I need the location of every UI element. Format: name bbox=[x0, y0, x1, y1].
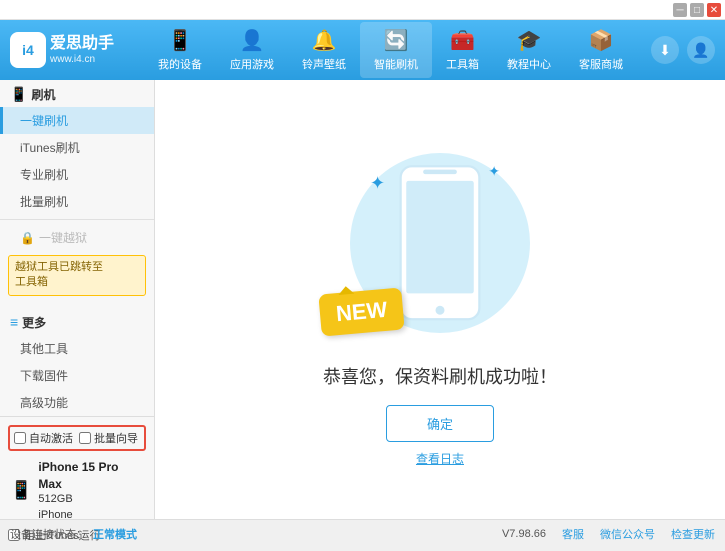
flash-section-icon: 📱 bbox=[10, 86, 27, 103]
confirm-button[interactable]: 确定 bbox=[386, 405, 494, 442]
status-right: V7.98.66 客服 微信公众号 检查更新 bbox=[502, 526, 715, 542]
success-image: ✦ ✦ NEW bbox=[330, 133, 550, 353]
nav-service-label: 客服商城 bbox=[579, 56, 623, 72]
content-area: ✦ ✦ NEW 恭喜您，保资料刷机成功啦！ 确定 查看日志 bbox=[155, 80, 725, 519]
header: i4 爱思助手 www.i4.cn 📱 我的设备 👤 应用游戏 🔔 铃声壁纸 🔄… bbox=[0, 20, 725, 80]
checkbox-row: 自动激活 批量向导 bbox=[8, 425, 146, 451]
device-info: 📱 iPhone 15 Pro Max 512GB iPhone bbox=[8, 455, 146, 527]
status-mode-value: 正常模式 bbox=[93, 526, 137, 542]
sidebar-item-download-firmware[interactable]: 下载固件 bbox=[0, 362, 154, 389]
pro-flash-label: 专业刷机 bbox=[20, 168, 68, 182]
lock-icon: 🔒 bbox=[20, 231, 35, 245]
flash-section-label: 刷机 bbox=[31, 86, 55, 103]
device-storage: 512GB bbox=[38, 492, 144, 507]
batch-guide-checkbox[interactable]: 批量向导 bbox=[79, 430, 138, 446]
nav-toolbox[interactable]: 🧰 工具箱 bbox=[432, 22, 493, 78]
maximize-button[interactable]: □ bbox=[690, 3, 704, 17]
ringtone-icon: 🔔 bbox=[312, 28, 337, 53]
flash-section: 📱 刷机 一键刷机 iTunes刷机 专业刷机 批量刷机 🔒 一键越狱 越狱工具… bbox=[0, 80, 154, 300]
phone-illustration bbox=[395, 164, 485, 322]
nav-my-device-label: 我的设备 bbox=[158, 56, 202, 72]
sidebar-item-one-key-flash[interactable]: 一键刷机 bbox=[0, 107, 154, 134]
app-subtitle: www.i4.cn bbox=[50, 54, 114, 66]
status-mode-label: 设备连接状态： bbox=[10, 526, 87, 542]
nav-tutorial-label: 教程中心 bbox=[507, 56, 551, 72]
nav-tutorial[interactable]: 🎓 教程中心 bbox=[493, 22, 565, 78]
app-title: 爱思助手 bbox=[50, 34, 114, 53]
device-details: iPhone 15 Pro Max 512GB iPhone bbox=[38, 459, 144, 523]
nav-smart-flash[interactable]: 🔄 智能刷机 bbox=[360, 22, 432, 78]
service-icon: 📦 bbox=[589, 28, 614, 53]
one-key-flash-label: 一键刷机 bbox=[20, 114, 68, 128]
device-type: iPhone bbox=[38, 508, 144, 523]
batch-guide-input[interactable] bbox=[79, 432, 91, 444]
close-button[interactable]: ✕ bbox=[707, 3, 721, 17]
auto-activate-checkbox[interactable]: 自动激活 bbox=[14, 430, 73, 446]
minimize-button[interactable]: ─ bbox=[673, 3, 687, 17]
nav-toolbox-label: 工具箱 bbox=[446, 56, 479, 72]
sidebar-item-itunes-flash[interactable]: iTunes刷机 bbox=[0, 134, 154, 161]
itunes-flash-label: iTunes刷机 bbox=[20, 141, 80, 155]
nav-ringtone-label: 铃声壁纸 bbox=[302, 56, 346, 72]
success-text: 恭喜您，保资料刷机成功啦！ bbox=[323, 363, 557, 389]
device-name: iPhone 15 Pro Max bbox=[38, 459, 144, 493]
toolbox-icon: 🧰 bbox=[450, 28, 475, 53]
other-tools-label: 其他工具 bbox=[20, 342, 68, 356]
sidebar-notice: 越狱工具已跳转至工具箱 bbox=[8, 255, 146, 296]
nav-my-device[interactable]: 📱 我的设备 bbox=[144, 22, 216, 78]
sidebar-item-batch-flash[interactable]: 批量刷机 bbox=[0, 188, 154, 215]
link-wechat[interactable]: 微信公众号 bbox=[600, 526, 655, 542]
win-controls: ─ □ ✕ bbox=[673, 3, 721, 17]
jailbreak-label: 一键越狱 bbox=[39, 229, 87, 246]
more-section-header: ≡ 更多 bbox=[0, 308, 154, 335]
sidebar-item-pro-flash[interactable]: 专业刷机 bbox=[0, 161, 154, 188]
tutorial-icon: 🎓 bbox=[517, 28, 542, 53]
link-customer-service[interactable]: 客服 bbox=[562, 526, 584, 542]
status-left: 设备连接状态： 正常模式 bbox=[10, 526, 137, 542]
batch-guide-label: 批量向导 bbox=[94, 430, 138, 446]
nav-ringtone[interactable]: 🔔 铃声壁纸 bbox=[288, 22, 360, 78]
more-section: ≡ 更多 其他工具 下载固件 高级功能 bbox=[0, 308, 154, 416]
sparkle-top-left: ✦ bbox=[370, 173, 385, 194]
nav-apps-games-label: 应用游戏 bbox=[230, 56, 274, 72]
sidebar-item-other-tools[interactable]: 其他工具 bbox=[0, 335, 154, 362]
auto-activate-input[interactable] bbox=[14, 432, 26, 444]
top-strip: ─ □ ✕ bbox=[0, 0, 725, 20]
nav-items: 📱 我的设备 👤 应用游戏 🔔 铃声壁纸 🔄 智能刷机 🧰 工具箱 🎓 教程中心… bbox=[130, 22, 651, 78]
header-right: ⬇ 👤 bbox=[651, 36, 715, 64]
main-layout: 📱 刷机 一键刷机 iTunes刷机 专业刷机 批量刷机 🔒 一键越狱 越狱工具… bbox=[0, 80, 725, 519]
user-button[interactable]: 👤 bbox=[687, 36, 715, 64]
more-section-label: 更多 bbox=[22, 314, 46, 331]
sparkle-top-right: ✦ bbox=[488, 163, 500, 180]
download-firmware-label: 下载固件 bbox=[20, 369, 68, 383]
new-badge: NEW bbox=[318, 287, 405, 336]
link-check-update[interactable]: 检查更新 bbox=[671, 526, 715, 542]
smart-flash-icon: 🔄 bbox=[384, 28, 409, 53]
log-link[interactable]: 查看日志 bbox=[416, 450, 464, 467]
nav-apps-games[interactable]: 👤 应用游戏 bbox=[216, 22, 288, 78]
flash-section-header: 📱 刷机 bbox=[0, 80, 154, 107]
sidebar-divider-1 bbox=[0, 219, 154, 220]
device-phone-icon: 📱 bbox=[10, 480, 32, 501]
sidebar-item-advanced[interactable]: 高级功能 bbox=[0, 389, 154, 416]
advanced-label: 高级功能 bbox=[20, 396, 68, 410]
batch-flash-label: 批量刷机 bbox=[20, 195, 68, 209]
nav-smart-flash-label: 智能刷机 bbox=[374, 56, 418, 72]
sidebar-notice-text: 越狱工具已跳转至工具箱 bbox=[15, 261, 103, 288]
more-section-icon: ≡ bbox=[10, 314, 18, 330]
apps-games-icon: 👤 bbox=[240, 28, 265, 53]
my-device-icon: 📱 bbox=[168, 28, 193, 53]
nav-service[interactable]: 📦 客服商城 bbox=[565, 22, 637, 78]
logo-text: 爱思助手 www.i4.cn bbox=[50, 34, 114, 65]
logo-icon: i4 bbox=[10, 32, 46, 68]
download-button[interactable]: ⬇ bbox=[651, 36, 679, 64]
version-text: V7.98.66 bbox=[502, 528, 546, 540]
auto-activate-label: 自动激活 bbox=[29, 430, 73, 446]
logo: i4 爱思助手 www.i4.cn bbox=[10, 32, 130, 68]
sidebar: 📱 刷机 一键刷机 iTunes刷机 专业刷机 批量刷机 🔒 一键越狱 越狱工具… bbox=[0, 80, 155, 519]
sidebar-item-jailbreak-disabled: 🔒 一键越狱 bbox=[0, 224, 154, 251]
